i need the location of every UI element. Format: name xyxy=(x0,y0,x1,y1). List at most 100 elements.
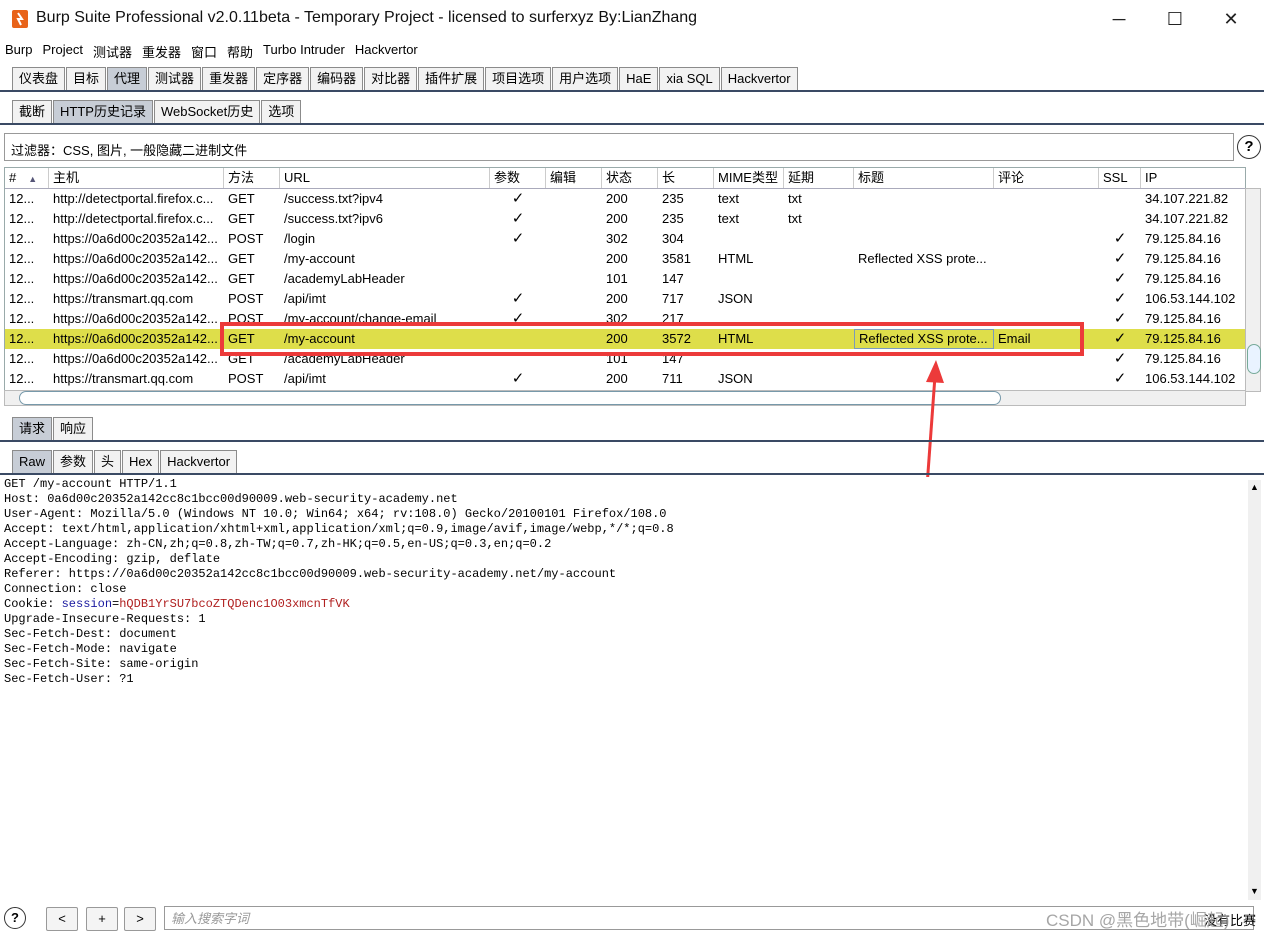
cell-host: http://detectportal.firefox.c... xyxy=(53,191,214,206)
col-length[interactable]: 长 xyxy=(658,168,714,188)
request-line: Referer: https://0a6d00c20352a142cc8c1bc… xyxy=(4,567,617,581)
maximize-button[interactable]: ☐ xyxy=(1152,0,1198,38)
cell-ssl: ✓ xyxy=(1113,370,1127,387)
menu-turbo-intruder[interactable]: Turbo Intruder xyxy=(258,40,350,62)
tab-hackvertor-view[interactable]: Hackvertor xyxy=(160,450,238,473)
tab-intercept[interactable]: 截断 xyxy=(12,100,53,123)
menu-intruder[interactable]: 测试器 xyxy=(88,40,137,62)
tab-proxy[interactable]: 代理 xyxy=(107,67,148,90)
cell-length: 304 xyxy=(662,231,684,246)
cell-url: /api/imt xyxy=(284,291,326,306)
scroll-down-icon[interactable]: ▼ xyxy=(1250,886,1259,896)
tab-hackvertor[interactable]: Hackvertor xyxy=(720,67,798,90)
tab-xia-sql[interactable]: xia SQL xyxy=(659,67,720,90)
filter-bar[interactable]: 过滤器：CSS, 图片, 一般隐藏二进制文件 xyxy=(4,133,1234,161)
add-button[interactable]: + xyxy=(86,907,118,931)
col-method[interactable]: 方法 xyxy=(224,168,280,188)
minimize-button[interactable]: ─ xyxy=(1096,0,1142,38)
editor-vertical-scrollbar[interactable]: ▲ ▼ xyxy=(1248,480,1261,900)
tab-websocket-history[interactable]: WebSocket历史 xyxy=(153,100,261,123)
tab-response[interactable]: 响应 xyxy=(53,417,94,440)
cell-ip: 79.125.84.16 xyxy=(1145,351,1221,366)
col-number[interactable]: # ▲ xyxy=(5,168,49,188)
tab-headers[interactable]: 头 xyxy=(94,450,122,473)
col-url[interactable]: URL xyxy=(280,168,490,188)
menu-window[interactable]: 窗口 xyxy=(186,40,222,62)
cell-mime: HTML xyxy=(718,251,754,266)
col-ip[interactable]: IP xyxy=(1141,168,1245,188)
help-icon[interactable]: ? xyxy=(4,907,26,929)
cell-url: /my-account xyxy=(284,251,355,266)
table-row[interactable]: 12... https://0a6d00c20352a142... GET/acad… xyxy=(5,269,1245,289)
tab-user-options[interactable]: 用户选项 xyxy=(552,67,619,90)
tab-decoder[interactable]: 编码器 xyxy=(310,67,364,90)
cell-method: POST xyxy=(228,291,264,306)
menu-hackvertor[interactable]: Hackvertor xyxy=(350,40,423,62)
table-row[interactable]: 12... http://detectportal.firefox.c... GET… xyxy=(5,189,1245,209)
cell-status: 200 xyxy=(606,291,628,306)
col-params[interactable]: 参数 xyxy=(490,168,546,188)
tab-sequencer[interactable]: 定序器 xyxy=(256,67,310,90)
tab-proxy-options[interactable]: 选项 xyxy=(261,100,302,123)
table-horizontal-scrollbar[interactable] xyxy=(4,390,1246,406)
tab-http-history[interactable]: HTTP历史记录 xyxy=(53,100,153,123)
scroll-track[interactable] xyxy=(1249,482,1260,892)
col-mime[interactable]: MIME类型 xyxy=(714,168,784,188)
cell-title xyxy=(854,269,994,289)
cell-params: ✓ xyxy=(511,230,525,247)
cell-comment xyxy=(994,229,1099,249)
tab-raw[interactable]: Raw xyxy=(12,450,53,473)
cell-url: /success.txt?ipv6 xyxy=(284,211,383,226)
cell-method: POST xyxy=(228,231,264,246)
tab-comparer[interactable]: 对比器 xyxy=(364,67,418,90)
scroll-thumb[interactable] xyxy=(1247,344,1261,374)
request-editor[interactable]: GET /my-account HTTP/1.1 Host: 0a6d00c203… xyxy=(0,477,1248,902)
tab-intruder[interactable]: 测试器 xyxy=(148,67,202,90)
menu-help[interactable]: 帮助 xyxy=(222,40,258,62)
table-row[interactable]: 12... https://0a6d00c20352a142... POST/log… xyxy=(5,229,1245,249)
tab-hex[interactable]: Hex xyxy=(122,450,160,473)
cell-extension xyxy=(784,369,854,389)
scroll-thumb[interactable] xyxy=(19,391,1001,405)
tab-params[interactable]: 参数 xyxy=(53,450,94,473)
col-comment[interactable]: 评论 xyxy=(994,168,1099,188)
tab-project-options[interactable]: 项目选项 xyxy=(485,67,552,90)
tab-hae[interactable]: HaE xyxy=(619,67,659,90)
col-title[interactable]: 标题 xyxy=(854,168,994,188)
cell-ip: 34.107.221.82 xyxy=(1145,211,1229,226)
view-tab-bar: Raw 参数 头 Hex Hackvertor xyxy=(12,450,238,473)
cell-number: 12... xyxy=(9,371,35,386)
table-row[interactable]: 12... https://transmart.qq.com POST/api/im… xyxy=(5,369,1245,389)
prev-match-button[interactable]: < xyxy=(46,907,78,931)
cell-mime: JSON xyxy=(718,371,753,386)
col-ssl[interactable]: SSL xyxy=(1099,168,1141,188)
tab-repeater[interactable]: 重发器 xyxy=(202,67,256,90)
cell-ssl: ✓ xyxy=(1113,230,1127,247)
tab-extender[interactable]: 插件扩展 xyxy=(418,67,485,90)
burp-logo-icon xyxy=(12,10,28,28)
cell-host: https://0a6d00c20352a142... xyxy=(53,271,218,286)
col-edited[interactable]: 编辑 xyxy=(546,168,602,188)
help-icon[interactable]: ? xyxy=(1237,135,1261,159)
menu-burp[interactable]: Burp xyxy=(0,40,37,62)
cell-status: 200 xyxy=(606,191,628,206)
tab-target[interactable]: 目标 xyxy=(66,67,107,90)
tab-underline xyxy=(0,90,1264,92)
col-status[interactable]: 状态 xyxy=(602,168,658,188)
tab-request[interactable]: 请求 xyxy=(12,417,53,440)
cell-length: 147 xyxy=(662,271,684,286)
table-row[interactable]: 12... https://transmart.qq.com POST/api/im… xyxy=(5,289,1245,309)
request-line: Sec-Fetch-Dest: document xyxy=(4,627,177,641)
col-host[interactable]: 主机 xyxy=(49,168,224,188)
table-row[interactable]: 12... https://0a6d00c20352a142... GET/my-a… xyxy=(5,249,1245,269)
cell-mime xyxy=(714,229,784,249)
menu-repeater[interactable]: 重发器 xyxy=(137,40,186,62)
next-match-button[interactable]: > xyxy=(124,907,156,931)
table-vertical-scrollbar[interactable] xyxy=(1245,188,1261,392)
table-row[interactable]: 12... http://detectportal.firefox.c... GET… xyxy=(5,209,1245,229)
menu-project[interactable]: Project xyxy=(37,40,87,62)
request-line: Sec-Fetch-Mode: navigate xyxy=(4,642,177,656)
close-button[interactable]: ✕ xyxy=(1208,0,1254,38)
col-extension[interactable]: 延期 xyxy=(784,168,854,188)
tab-dashboard[interactable]: 仪表盘 xyxy=(12,67,66,90)
